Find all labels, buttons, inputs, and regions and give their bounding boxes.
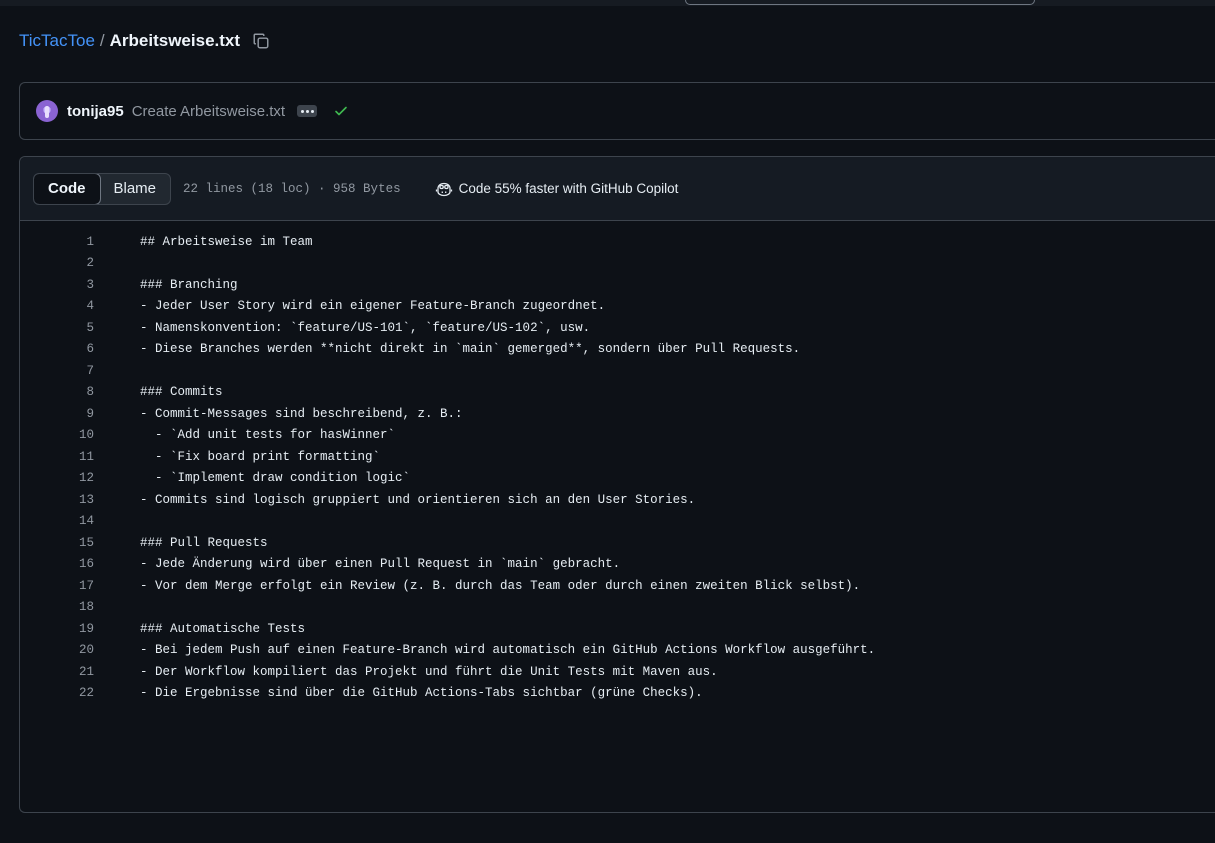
line-number[interactable]: 22 xyxy=(20,686,140,700)
breadcrumb-repo-link[interactable]: TicTacToe xyxy=(19,31,95,51)
line-number[interactable]: 2 xyxy=(20,256,140,270)
line-number[interactable]: 11 xyxy=(20,450,140,464)
line-text: - Bei jedem Push auf einen Feature-Branc… xyxy=(140,643,876,658)
code-line: 20- Bei jedem Push auf einen Feature-Bra… xyxy=(20,640,1215,662)
line-number[interactable]: 21 xyxy=(20,665,140,679)
line-text: - Commits sind logisch gruppiert und ori… xyxy=(140,492,696,507)
line-number[interactable]: 7 xyxy=(20,364,140,378)
line-text: - Vor dem Merge erfolgt ein Review (z. B… xyxy=(140,578,861,593)
line-text: - Jede Änderung wird über einen Pull Req… xyxy=(140,557,621,572)
tab-blame[interactable]: Blame xyxy=(100,174,171,204)
code-line: 19 ### Automatische Tests xyxy=(20,618,1215,640)
line-number[interactable]: 8 xyxy=(20,385,140,399)
code-content: 1 ## Arbeitsweise im Team 2 3 ### Branching 4… xyxy=(20,221,1215,704)
copilot-promo-text: Code 55% faster with GitHub Copilot xyxy=(458,181,679,196)
breadcrumb-separator: / xyxy=(99,31,105,50)
code-line: 8 ### Commits xyxy=(20,382,1215,404)
code-line: 4- Jeder User Story wird ein eigener Fea… xyxy=(20,296,1215,318)
line-number[interactable]: 18 xyxy=(20,600,140,614)
line-text: ### Branching xyxy=(140,277,238,292)
latest-commit-bar: tonija95 Create Arbeitsweise.txt xyxy=(19,82,1215,140)
avatar[interactable] xyxy=(36,100,58,122)
line-text: - Namenskonvention: `feature/US-101`, `f… xyxy=(140,320,591,335)
commit-message[interactable]: Create Arbeitsweise.txt xyxy=(132,103,285,120)
code-line: 7 xyxy=(20,360,1215,382)
code-line: 21- Der Workflow kompiliert das Projekt … xyxy=(20,661,1215,683)
line-number[interactable]: 13 xyxy=(20,493,140,507)
code-line: 16- Jede Änderung wird über einen Pull R… xyxy=(20,554,1215,576)
line-text: - `Add unit tests for hasWinner` xyxy=(140,428,396,443)
code-line: 15 ### Pull Requests xyxy=(20,532,1215,554)
line-number[interactable]: 9 xyxy=(20,407,140,421)
line-text: - `Fix board print formatting` xyxy=(140,449,381,464)
code-line: 22- Die Ergebnisse sind über die GitHub … xyxy=(20,683,1215,705)
ellipsis-dot-icon xyxy=(305,109,309,113)
line-number[interactable]: 19 xyxy=(20,622,140,636)
code-line: 2 xyxy=(20,253,1215,275)
line-text: - Commit-Messages sind beschreibend, z. … xyxy=(140,406,463,421)
line-number[interactable]: 5 xyxy=(20,321,140,335)
line-number[interactable]: 3 xyxy=(20,278,140,292)
line-number[interactable]: 6 xyxy=(20,342,140,356)
code-line: 11 - `Fix board print formatting` xyxy=(20,446,1215,468)
file-viewer: Code Blame 22 lines (18 loc) · 958 Bytes… xyxy=(19,156,1215,813)
line-number[interactable]: 15 xyxy=(20,536,140,550)
commit-author[interactable]: tonija95 xyxy=(67,103,124,120)
line-number[interactable]: 16 xyxy=(20,557,140,571)
code-line: 17- Vor dem Merge erfolgt ein Review (z.… xyxy=(20,575,1215,597)
code-line: 13- Commits sind logisch gruppiert und o… xyxy=(20,489,1215,511)
line-text: - Jeder User Story wird ein eigener Feat… xyxy=(140,299,606,314)
line-text: - `Implement draw condition logic` xyxy=(140,471,411,486)
ellipsis-dot-icon xyxy=(310,109,314,113)
code-line: 9- Commit-Messages sind beschreibend, z.… xyxy=(20,403,1215,425)
line-number[interactable]: 17 xyxy=(20,579,140,593)
copy-path-icon[interactable] xyxy=(252,30,274,52)
file-meta: 22 lines (18 loc) · 958 Bytes xyxy=(183,181,401,196)
copilot-icon xyxy=(435,182,452,196)
code-line: 5- Namenskonvention: `feature/US-101`, `… xyxy=(20,317,1215,339)
ellipsis-dot-icon xyxy=(300,109,304,113)
breadcrumb-file-name: Arbeitsweise.txt xyxy=(109,31,241,50)
code-line: 10 - `Add unit tests for hasWinner` xyxy=(20,425,1215,447)
line-text: ### Commits xyxy=(140,385,223,400)
line-number[interactable]: 1 xyxy=(20,235,140,249)
code-line: 12 - `Implement draw condition logic` xyxy=(20,468,1215,490)
code-line: 14 xyxy=(20,511,1215,533)
top-strip-tab xyxy=(685,0,1035,5)
line-number[interactable]: 12 xyxy=(20,471,140,485)
code-line: 3 ### Branching xyxy=(20,274,1215,296)
top-strip xyxy=(0,0,1215,6)
check-icon[interactable] xyxy=(333,103,349,119)
line-text: ## Arbeitsweise im Team xyxy=(140,234,313,249)
line-number[interactable]: 10 xyxy=(20,428,140,442)
line-text: - Die Ergebnisse sind über die GitHub Ac… xyxy=(140,686,703,701)
commit-details-button[interactable] xyxy=(297,105,318,117)
view-toggle: Code Blame xyxy=(33,172,172,205)
copilot-promo-link[interactable]: Code 55% faster with GitHub Copilot xyxy=(435,181,679,197)
code-line: 18 xyxy=(20,597,1215,619)
tab-code[interactable]: Code xyxy=(34,173,101,204)
line-text: ### Automatische Tests xyxy=(140,621,306,636)
breadcrumb: TicTacToe / Arbeitsweise.txt xyxy=(19,29,274,53)
line-text: - Diese Branches werden **nicht direkt i… xyxy=(140,342,801,357)
code-line: 1 ## Arbeitsweise im Team xyxy=(20,231,1215,253)
file-header: Code Blame 22 lines (18 loc) · 958 Bytes… xyxy=(20,157,1215,221)
line-text: - Der Workflow kompiliert das Projekt un… xyxy=(140,664,718,679)
line-number[interactable]: 20 xyxy=(20,643,140,657)
line-number[interactable]: 14 xyxy=(20,514,140,528)
line-number[interactable]: 4 xyxy=(20,299,140,313)
line-text: ### Pull Requests xyxy=(140,535,268,550)
code-line: 6- Diese Branches werden **nicht direkt … xyxy=(20,339,1215,361)
